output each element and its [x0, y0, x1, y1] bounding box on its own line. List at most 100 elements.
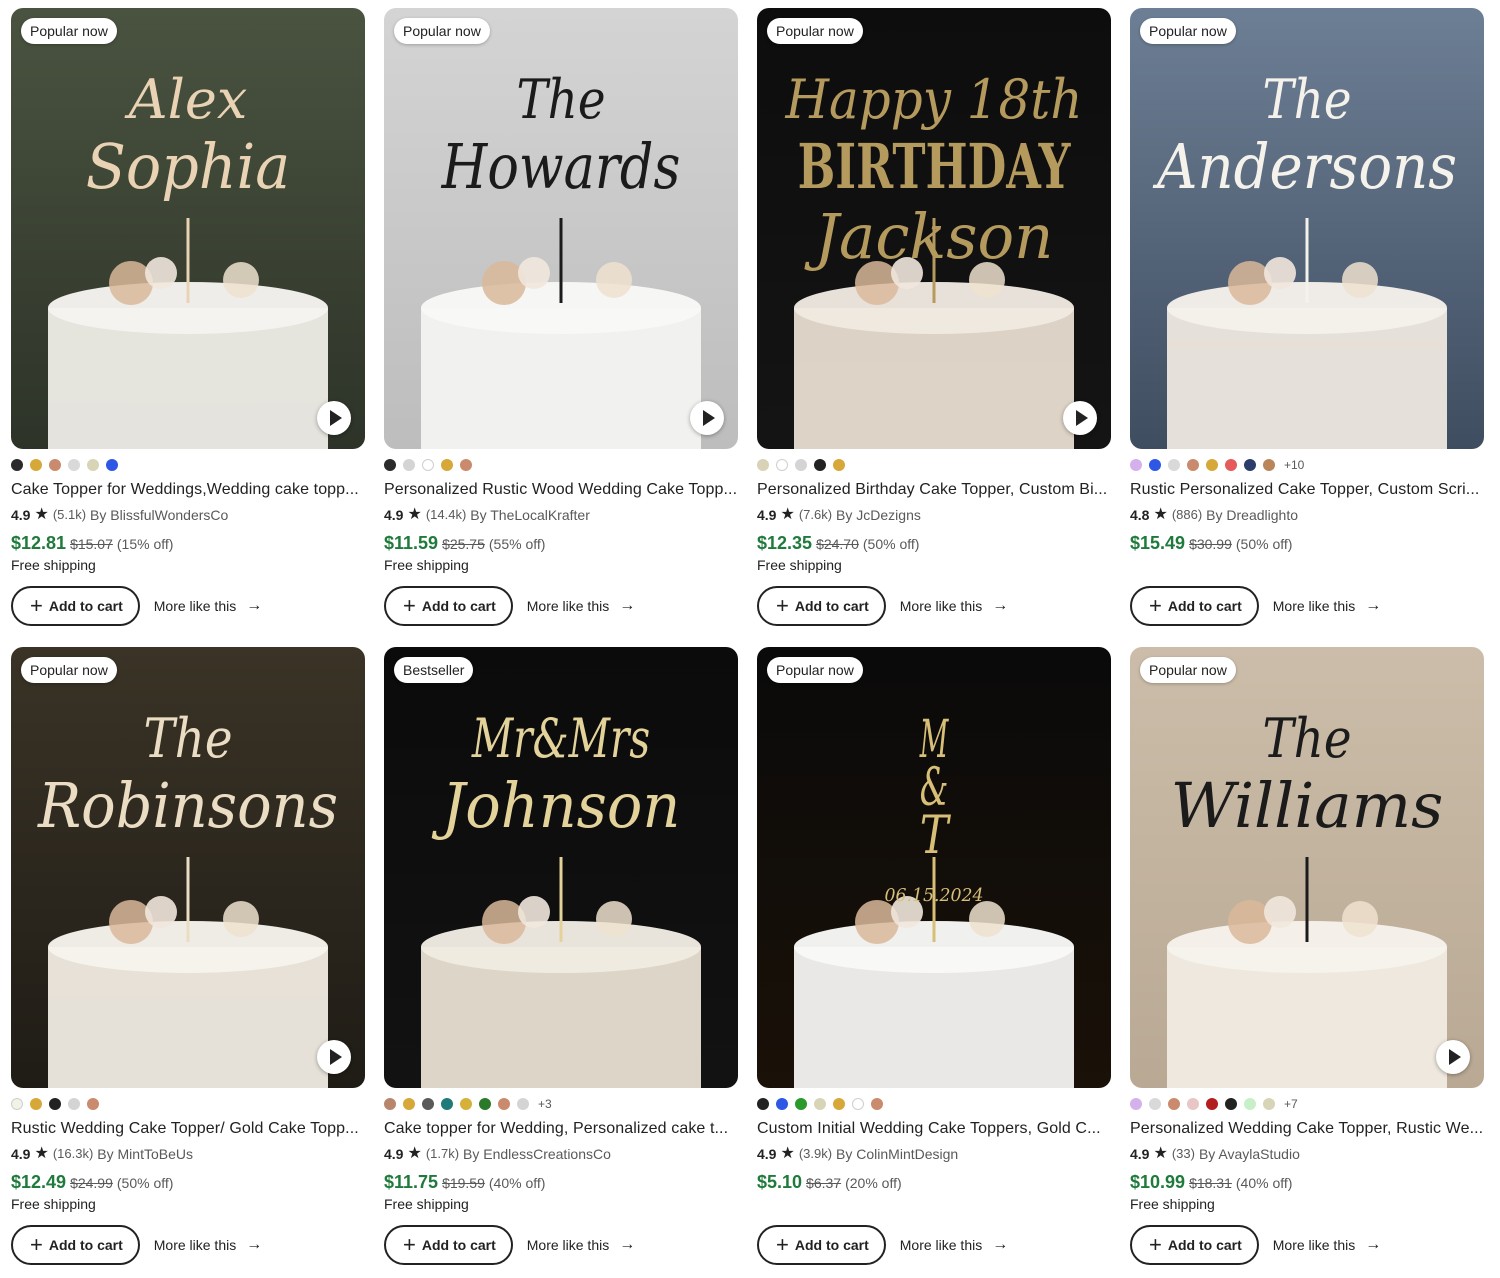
sale-price: $12.81: [11, 533, 67, 553]
sale-price: $15.49: [1130, 533, 1186, 553]
svg-text:Andersons: Andersons: [1152, 130, 1457, 203]
add-to-cart-button[interactable]: + Add to cart: [757, 586, 886, 626]
more-like-this-link[interactable]: More like this →: [527, 597, 635, 615]
product-title[interactable]: Cake topper for Wedding, Personalized ca…: [384, 1119, 738, 1139]
price-row: $12.81 $15.07 (15% off): [11, 533, 365, 554]
shop-name[interactable]: By AvaylaStudio: [1199, 1145, 1300, 1163]
svg-text:T: T: [920, 806, 951, 866]
shop-name[interactable]: By Dreadlighto: [1206, 506, 1298, 524]
svg-text:The: The: [516, 68, 605, 131]
more-swatches-count: +7: [1284, 1097, 1298, 1111]
color-swatches: [11, 458, 365, 472]
color-swatch: [1244, 459, 1256, 471]
original-price: $25.75: [442, 536, 485, 552]
arrow-right-icon: →: [619, 1236, 636, 1253]
rating-value: 4.9: [384, 1146, 404, 1162]
product-badge: Popular now: [767, 18, 863, 44]
price-row: $12.49 $24.99 (50% off): [11, 1172, 365, 1193]
shop-name[interactable]: By JcDezigns: [836, 506, 921, 524]
more-like-this-link[interactable]: More like this →: [1273, 1236, 1381, 1254]
product-title[interactable]: Cake Topper for Weddings,Wedding cake to…: [11, 480, 365, 500]
shop-name[interactable]: By TheLocalKrafter: [470, 506, 590, 524]
more-like-this-link[interactable]: More like this →: [900, 597, 1008, 615]
add-to-cart-button[interactable]: + Add to cart: [384, 586, 513, 626]
color-swatch: [1149, 1098, 1161, 1110]
product-title[interactable]: Personalized Birthday Cake Topper, Custo…: [757, 480, 1111, 500]
product-card[interactable]: Mr&Mrs Johnson Bestseller +3 Cake topper fo…: [384, 647, 738, 1265]
product-card[interactable]: The Robinsons Popular now Rustic Wedding C…: [11, 647, 365, 1265]
product-image-link[interactable]: Mr&Mrs Johnson Bestseller: [384, 647, 738, 1088]
product-badge: Popular now: [767, 657, 863, 683]
product-card[interactable]: The Williams Popular now +7 Personalized We…: [1130, 647, 1484, 1265]
arrow-right-icon: →: [992, 1236, 1009, 1253]
shop-name[interactable]: By ColinMintDesign: [836, 1145, 958, 1163]
product-image-link[interactable]: Alex Sophia Popular now: [11, 8, 365, 449]
product-card[interactable]: Alex Sophia Popular now Cake Topper for We…: [11, 8, 365, 626]
cake-topper-andersons-image: TheAndersons: [1130, 8, 1484, 449]
more-like-this-link[interactable]: More like this →: [154, 1236, 262, 1254]
more-like-this-link[interactable]: More like this →: [154, 597, 262, 615]
more-like-this-label: More like this: [153, 598, 237, 614]
add-to-cart-label: Add to cart: [794, 1237, 869, 1253]
product-card[interactable]: Happy 18th BIRTHDAY Jackson Popular now Per…: [757, 8, 1111, 626]
play-video-icon[interactable]: [1436, 1040, 1470, 1074]
color-swatch: [403, 459, 415, 471]
shipping-info: Free shipping: [1130, 1196, 1215, 1212]
play-video-icon[interactable]: [317, 1040, 351, 1074]
rating-row: 4.9 ★ (7.6k) By JcDezigns: [757, 506, 1111, 524]
product-image-link[interactable]: The Andersons Popular now: [1130, 8, 1484, 449]
more-like-this-link[interactable]: More like this →: [900, 1236, 1008, 1254]
plus-icon: +: [776, 1232, 789, 1257]
play-video-icon[interactable]: [1063, 401, 1097, 435]
shipping-info: Free shipping: [384, 1196, 469, 1212]
shop-name[interactable]: By BlissfulWondersCo: [90, 506, 228, 524]
add-to-cart-button[interactable]: + Add to cart: [11, 586, 140, 626]
product-title[interactable]: Custom Initial Wedding Cake Toppers, Gol…: [757, 1119, 1111, 1139]
add-to-cart-button[interactable]: + Add to cart: [1130, 586, 1259, 626]
discount-percent: (50% off): [116, 1175, 174, 1191]
product-title[interactable]: Personalized Wedding Cake Topper, Rustic…: [1130, 1119, 1484, 1139]
product-image-link[interactable]: M & T 06.15.2024 Popular now: [757, 647, 1111, 1088]
play-video-icon[interactable]: [690, 401, 724, 435]
product-card[interactable]: The Andersons Popular now +10 Rustic Person…: [1130, 8, 1484, 626]
add-to-cart-button[interactable]: + Add to cart: [1130, 1225, 1259, 1265]
color-swatch: [1225, 459, 1237, 471]
review-count: (14.4k): [425, 507, 467, 522]
color-swatches: [757, 458, 1111, 472]
add-to-cart-button[interactable]: + Add to cart: [384, 1225, 513, 1265]
product-image-link[interactable]: The Robinsons Popular now: [11, 647, 365, 1088]
product-title[interactable]: Rustic Wedding Cake Topper/ Gold Cake To…: [11, 1119, 365, 1139]
add-to-cart-button[interactable]: + Add to cart: [11, 1225, 140, 1265]
card-actions: + Add to cart More like this →: [11, 1225, 365, 1265]
svg-text:Sophia: Sophia: [86, 130, 291, 203]
rating-row: 4.9 ★ (33) By AvaylaStudio: [1130, 1145, 1484, 1163]
product-badge: Popular now: [1140, 18, 1236, 44]
product-title[interactable]: Personalized Rustic Wood Wedding Cake To…: [384, 480, 738, 500]
play-video-icon[interactable]: [317, 401, 351, 435]
product-badge: Popular now: [21, 18, 117, 44]
rating-value: 4.9: [757, 507, 777, 523]
more-like-this-link[interactable]: More like this →: [1273, 597, 1381, 615]
more-like-this-link[interactable]: More like this →: [527, 1236, 635, 1254]
product-image-link[interactable]: Happy 18th BIRTHDAY Jackson Popular now: [757, 8, 1111, 449]
color-swatch: [1149, 459, 1161, 471]
color-swatch: [384, 459, 396, 471]
shipping-info: [757, 1195, 1111, 1213]
product-card[interactable]: M & T 06.15.2024 Popular now Custom Initial …: [757, 647, 1111, 1265]
card-actions: + Add to cart More like this →: [1130, 1225, 1484, 1265]
product-card[interactable]: The Howards Popular now Personalized Rusti…: [384, 8, 738, 626]
svg-text:Johnson: Johnson: [431, 769, 680, 842]
star-icon: ★: [1153, 1145, 1168, 1162]
shop-name[interactable]: By EndlessCreationsCo: [463, 1145, 611, 1163]
product-image-link[interactable]: The Howards Popular now: [384, 8, 738, 449]
rating-row: 4.8 ★ (886) By Dreadlighto: [1130, 506, 1484, 524]
color-swatch: [49, 459, 61, 471]
product-title[interactable]: Rustic Personalized Cake Topper, Custom …: [1130, 480, 1484, 500]
review-count: (5.1k): [52, 507, 87, 522]
card-actions: + Add to cart More like this →: [757, 1225, 1111, 1265]
shop-name[interactable]: By MintToBeUs: [97, 1145, 193, 1163]
product-image-link[interactable]: The Williams Popular now: [1130, 647, 1484, 1088]
add-to-cart-button[interactable]: + Add to cart: [757, 1225, 886, 1265]
star-icon: ★: [34, 506, 49, 523]
cake-topper-robinsons-image: TheRobinsons: [11, 647, 365, 1088]
